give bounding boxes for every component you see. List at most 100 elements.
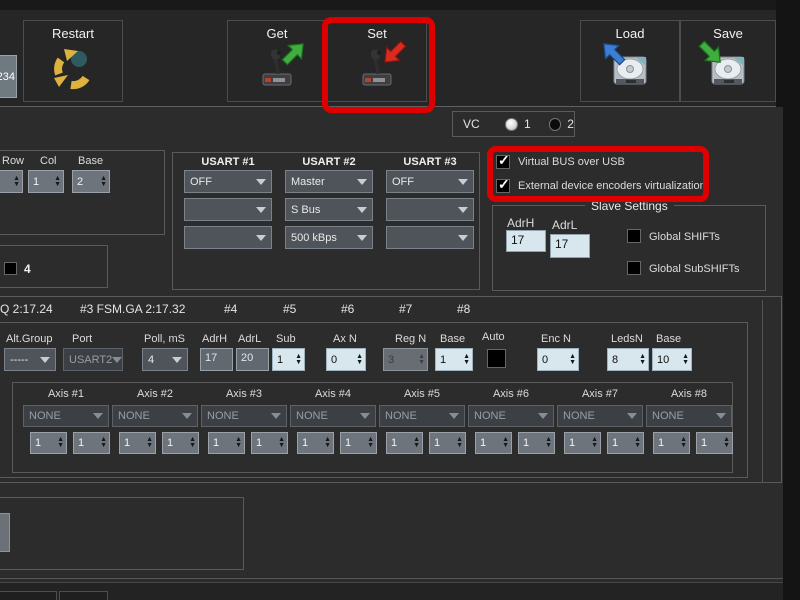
global-subshifts-checkbox[interactable] <box>627 261 641 275</box>
tab-device-2[interactable]: Q 2:17.24 <box>0 302 53 316</box>
axis-6-spinner-a[interactable]: 1 <box>475 432 512 454</box>
spinner-arrows-icon[interactable] <box>189 437 198 449</box>
axis-3-spinner-a[interactable]: 1 <box>208 432 245 454</box>
axis-2-dropdown[interactable]: NONE <box>112 405 198 427</box>
axis-3-spinner-b[interactable]: 1 <box>251 432 288 454</box>
partial-left-control[interactable]: 234 <box>0 55 17 98</box>
axis-7-spinner-b[interactable]: 1 <box>607 432 644 454</box>
axis-4-spinner-b[interactable]: 1 <box>340 432 377 454</box>
port-dropdown[interactable]: USART2 <box>63 348 123 371</box>
spinner-arrows-icon[interactable] <box>680 437 689 449</box>
load-button[interactable]: Load <box>580 20 680 102</box>
row-spinner-arrows-icon[interactable] <box>13 176 22 188</box>
axis-4-spinner-a[interactable]: 1 <box>297 432 334 454</box>
col-spinner-arrows-icon[interactable] <box>54 176 63 188</box>
set-button[interactable]: Set <box>327 20 427 102</box>
axn-spinner[interactable]: 0 <box>326 348 366 371</box>
spinner-arrows-icon[interactable] <box>57 437 66 449</box>
base-spinner[interactable]: 2 <box>72 170 110 193</box>
spinner-arrows-icon[interactable] <box>639 354 648 366</box>
axis-1-spinner-a[interactable]: 1 <box>30 432 67 454</box>
poll-dropdown[interactable]: 4 <box>142 348 188 371</box>
usart1-mode-dropdown[interactable]: OFF <box>184 170 272 193</box>
encoders-virtualization-checkbox[interactable] <box>496 179 510 193</box>
altgroup-dropdown[interactable]: ----- <box>4 348 56 371</box>
row-spinner[interactable] <box>0 170 23 193</box>
truncated-control[interactable] <box>0 513 10 552</box>
spinner-arrows-icon[interactable] <box>591 437 600 449</box>
restart-button[interactable]: Restart <box>23 20 123 102</box>
tab-device-3[interactable]: #3 FSM.GA 2:17.32 <box>80 302 185 316</box>
spinner-arrows-icon[interactable] <box>545 437 554 449</box>
spinner-arrows-icon[interactable] <box>723 437 732 449</box>
spinner-arrows-icon[interactable] <box>634 437 643 449</box>
axis-2-spinner-a[interactable]: 1 <box>119 432 156 454</box>
col-spinner[interactable]: 1 <box>28 170 64 193</box>
usart1-speed-dropdown[interactable] <box>184 226 272 249</box>
base1-spinner[interactable]: 1 <box>435 348 473 371</box>
usart3-mode-dropdown[interactable]: OFF <box>386 170 474 193</box>
axis-3-dropdown[interactable]: NONE <box>201 405 287 427</box>
spinner-arrows-icon[interactable] <box>502 437 511 449</box>
axis-7-spinner-a[interactable]: 1 <box>564 432 601 454</box>
axis-1-spinner-b[interactable]: 1 <box>73 432 110 454</box>
spinner-arrows-icon[interactable] <box>146 437 155 449</box>
spinner-arrows-icon[interactable] <box>456 437 465 449</box>
axis-6-dropdown[interactable]: NONE <box>468 405 554 427</box>
tab-device-8[interactable]: #8 <box>457 302 470 316</box>
spinner-arrows-icon[interactable] <box>367 437 376 449</box>
spinner-arrows-icon[interactable] <box>278 437 287 449</box>
spinner-arrows-icon[interactable] <box>682 354 691 366</box>
axis-5-spinner-a[interactable]: 1 <box>386 432 423 454</box>
tab-device-7[interactable]: #7 <box>399 302 412 316</box>
axis-1-dropdown[interactable]: NONE <box>23 405 109 427</box>
bottom-partial-button-1[interactable] <box>0 591 57 600</box>
sub-spinner[interactable]: 1 <box>272 348 305 371</box>
spinner-arrows-icon[interactable] <box>463 354 472 366</box>
usart2-mode-dropdown[interactable]: Master <box>285 170 373 193</box>
base-spinner-arrows-icon[interactable] <box>100 176 109 188</box>
vc-radio-2[interactable] <box>549 118 562 131</box>
vc-radio-1[interactable] <box>505 118 518 131</box>
save-button[interactable]: Save <box>680 20 776 102</box>
spinner-arrows-icon[interactable] <box>356 354 365 366</box>
spinner-arrows-icon[interactable] <box>235 437 244 449</box>
get-button[interactable]: Get <box>227 20 327 102</box>
axis-8-spinner-a[interactable]: 1 <box>653 432 690 454</box>
spinner-arrows-icon[interactable] <box>324 437 333 449</box>
axis-5-spinner-b[interactable]: 1 <box>429 432 466 454</box>
axis-7-dropdown[interactable]: NONE <box>557 405 643 427</box>
spinner-arrows-icon[interactable] <box>418 354 427 366</box>
axis-6-spinner-b[interactable]: 1 <box>518 432 555 454</box>
spinner-arrows-icon[interactable] <box>295 354 304 366</box>
spinner-arrows-icon[interactable] <box>569 354 578 366</box>
axis-8-dropdown[interactable]: NONE <box>646 405 732 427</box>
virtual-bus-checkbox[interactable] <box>496 155 510 169</box>
spinner-arrows-icon[interactable] <box>413 437 422 449</box>
ledsn-spinner[interactable]: 8 <box>607 348 649 371</box>
tab-device-6[interactable]: #6 <box>341 302 354 316</box>
checkbox-4[interactable] <box>4 262 17 275</box>
base2-spinner[interactable]: 10 <box>652 348 692 371</box>
usart1-proto-dropdown[interactable] <box>184 198 272 221</box>
slave-adrh-input[interactable]: 17 <box>506 230 546 252</box>
tab-device-4[interactable]: #4 <box>224 302 237 316</box>
usart3-proto-dropdown[interactable] <box>386 198 474 221</box>
spinner-arrows-icon[interactable] <box>100 437 109 449</box>
adrl-input[interactable]: 20 <box>236 348 269 371</box>
usart2-proto-dropdown[interactable]: S Bus <box>285 198 373 221</box>
axis-2-spinner-b[interactable]: 1 <box>162 432 199 454</box>
global-shifts-checkbox[interactable] <box>627 229 641 243</box>
usart3-speed-dropdown[interactable] <box>386 226 474 249</box>
auto-checkbox[interactable] <box>487 349 506 368</box>
axis-5-dropdown[interactable]: NONE <box>379 405 465 427</box>
slave-adrl-input[interactable]: 17 <box>550 234 590 258</box>
bottom-partial-button-2[interactable] <box>59 591 108 600</box>
encn-spinner[interactable]: 0 <box>537 348 579 371</box>
usart2-speed-dropdown[interactable]: 500 kBps <box>285 226 373 249</box>
regn-spinner[interactable]: 3 <box>383 348 428 371</box>
axis-8-spinner-b[interactable]: 1 <box>696 432 733 454</box>
adrh-input[interactable]: 17 <box>200 348 233 371</box>
axis-4-dropdown[interactable]: NONE <box>290 405 376 427</box>
tab-device-5[interactable]: #5 <box>283 302 296 316</box>
